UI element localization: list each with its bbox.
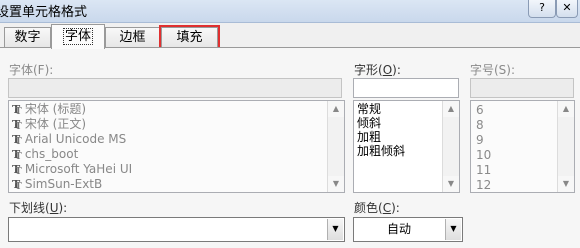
tab-font[interactable]: 字体 [51, 24, 105, 49]
font-size-item[interactable]: 10 [476, 148, 491, 163]
font-style-scrollbar[interactable]: ▲ ▼ [442, 101, 459, 192]
font-list-item[interactable]: T Microsoft YaHei UI [12, 162, 133, 179]
font-size-item[interactable]: 12 [476, 178, 491, 192]
truetype-font-icon: T [12, 149, 22, 164]
truetype-font-icon: T [12, 179, 22, 193]
font-item-name: 宋体 (标题) [24, 102, 87, 116]
font-item-name: 宋体 (正文) [24, 117, 87, 131]
tab-font-label: 字体 [62, 28, 93, 45]
font-style-accesskey: O [382, 63, 393, 77]
color-accesskey: C [382, 201, 392, 215]
font-item-name: Arial Unicode MS [24, 132, 127, 146]
color-value: 自动 [386, 222, 411, 236]
dialog-title: 设置单元格格式 [0, 5, 88, 20]
underline-label-text: 下划线( [9, 201, 50, 215]
font-size-list[interactable]: 6 8 9 10 11 12 ▲ ▼ [470, 100, 575, 193]
font-style-list[interactable]: 常规 倾斜 加粗 加粗倾斜 ▲ ▼ [353, 100, 460, 193]
font-style-label-text: 字形( [354, 63, 383, 77]
chevron-down-icon[interactable]: ▼ [327, 219, 343, 240]
font-size-scrollbar[interactable]: ▲ ▼ [557, 101, 574, 192]
color-label: 颜色(C): [354, 199, 400, 216]
font-style-label-suffix: ): [392, 63, 401, 77]
tab-fill[interactable]: 填充 [159, 25, 220, 50]
scroll-down-icon[interactable]: ▼ [328, 176, 344, 192]
title-bar: 设置单元格格式 ? ✕ [0, 0, 580, 23]
font-size-item[interactable]: 11 [476, 163, 491, 178]
font-size-item[interactable]: 9 [476, 133, 484, 148]
truetype-font-icon: T [12, 119, 22, 134]
color-label-text: 颜色( [354, 201, 383, 215]
scroll-up-icon[interactable]: ▲ [443, 101, 459, 117]
underline-select[interactable]: ▼ [8, 217, 345, 242]
font-size-item[interactable]: 6 [476, 103, 484, 118]
scroll-down-icon[interactable]: ▼ [443, 176, 459, 192]
truetype-font-icon: T [12, 164, 22, 179]
font-item-name: chs_boot [24, 147, 79, 161]
tab-number-label: 数字 [14, 30, 41, 45]
font-style-item[interactable]: 加粗倾斜 [357, 145, 405, 158]
underline-label: 下划线(U): [9, 199, 67, 216]
truetype-font-icon: T [12, 134, 22, 149]
color-picker[interactable]: 自动 ▼ [353, 217, 463, 242]
font-item-name: Microsoft YaHei UI [24, 162, 133, 176]
font-style-item[interactable]: 加粗 [357, 131, 381, 144]
font-list-item[interactable]: T 宋体 (标题) [12, 102, 87, 119]
font-style-input[interactable] [353, 78, 459, 98]
font-list[interactable]: T 宋体 (标题) T 宋体 (正文) T Arial Unicode MS T… [8, 100, 345, 193]
scroll-up-icon[interactable]: ▲ [558, 101, 574, 117]
font-list-item[interactable]: T SimSun-ExtB [12, 177, 103, 193]
font-style-item[interactable]: 常规 [357, 103, 381, 116]
font-list-item[interactable]: T chs_boot [12, 147, 79, 164]
truetype-font-icon: T [12, 104, 22, 119]
font-list-scrollbar[interactable]: ▲ ▼ [327, 101, 344, 192]
tab-border-label: 边框 [119, 30, 146, 45]
font-list-item[interactable]: T 宋体 (正文) [12, 117, 87, 134]
underline-label-suffix: ): [58, 201, 68, 215]
font-input[interactable] [8, 78, 342, 98]
font-style-item[interactable]: 倾斜 [357, 117, 381, 130]
scroll-down-icon[interactable]: ▼ [558, 176, 574, 192]
font-label: 字体(F): [9, 63, 54, 77]
tab-number[interactable]: 数字 [4, 27, 51, 48]
close-button[interactable]: ✕ [556, 0, 578, 18]
tab-border[interactable]: 边框 [105, 27, 160, 48]
font-style-label: 字形(O): [354, 61, 401, 78]
tab-fill-label: 填充 [176, 30, 203, 45]
font-item-name: SimSun-ExtB [24, 177, 103, 191]
help-button[interactable]: ? [528, 0, 556, 18]
font-size-input[interactable] [470, 78, 574, 98]
color-label-suffix: ): [391, 201, 400, 215]
scroll-up-icon[interactable]: ▲ [328, 101, 344, 117]
font-list-item[interactable]: T Arial Unicode MS [12, 132, 127, 149]
font-size-label: 字号(S): [470, 63, 516, 77]
chevron-down-icon[interactable]: ▼ [445, 219, 461, 240]
font-size-item[interactable]: 8 [476, 118, 484, 133]
